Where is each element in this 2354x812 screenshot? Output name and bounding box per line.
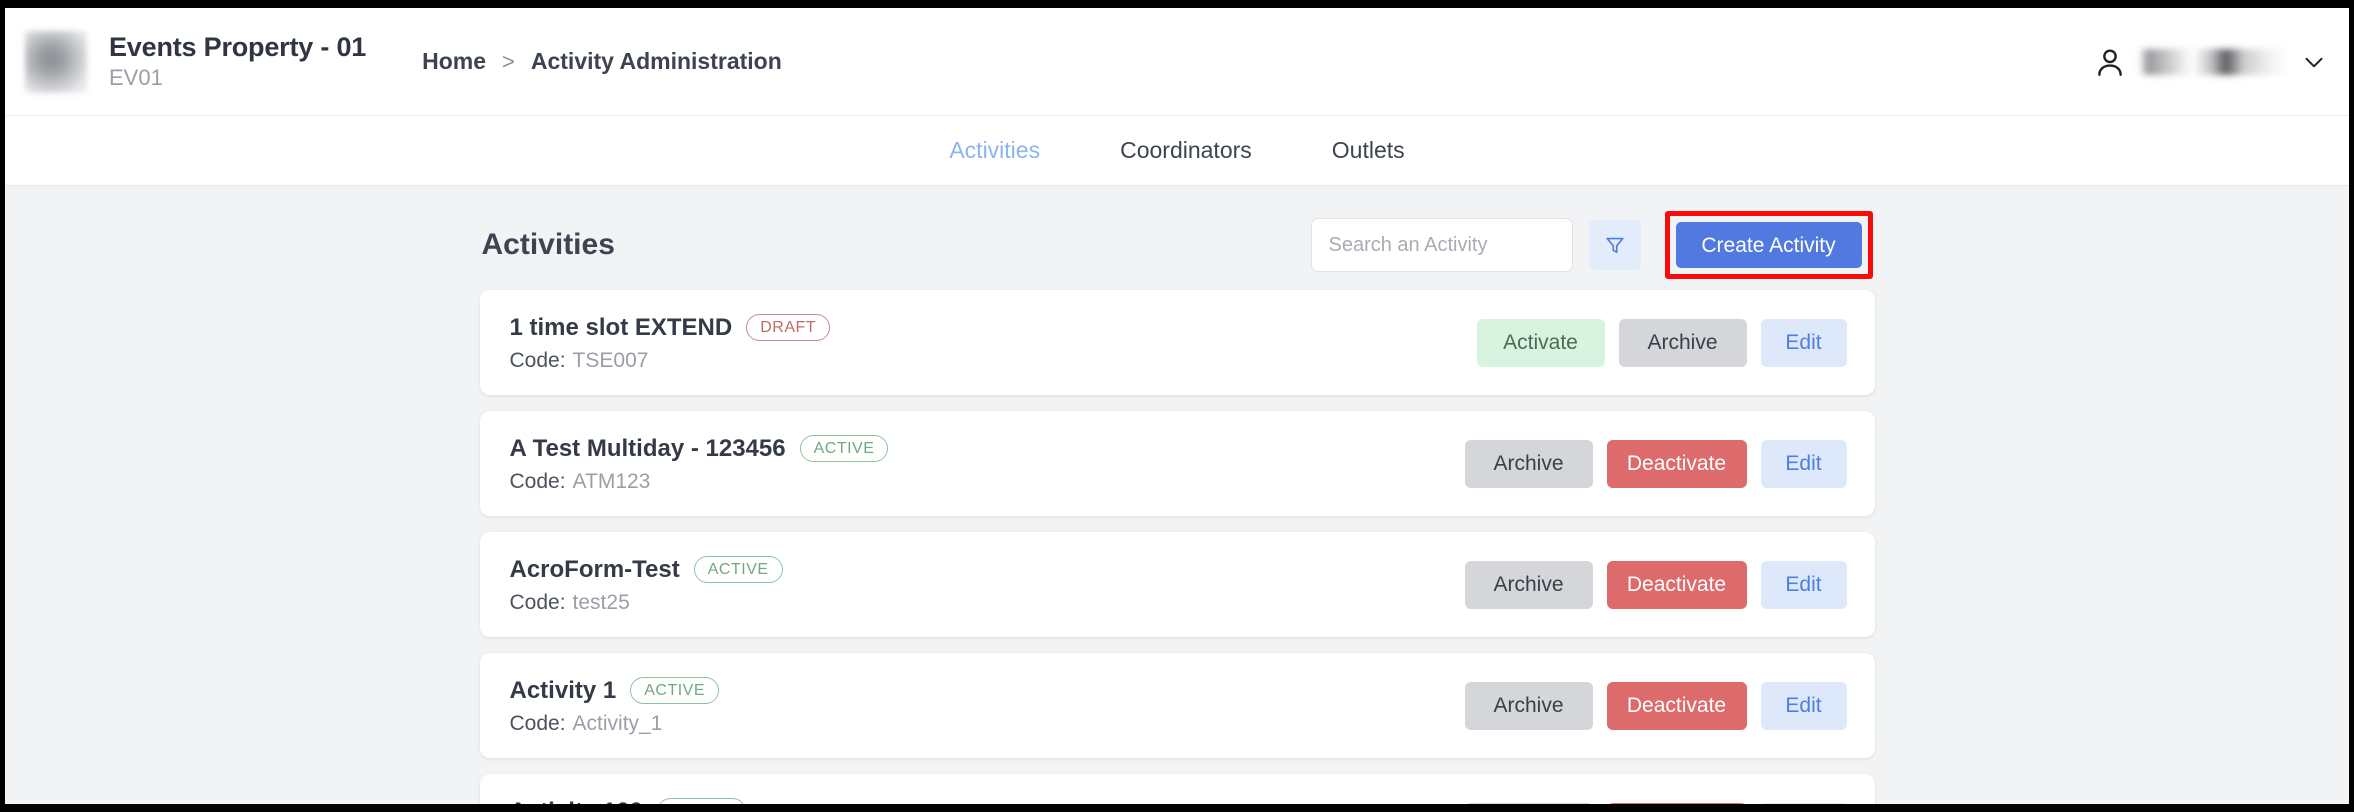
deactivate-button[interactable]: Deactivate xyxy=(1607,561,1747,609)
activity-title-row: Activity 100 ACTIVE xyxy=(510,798,1465,804)
edit-button[interactable]: Edit xyxy=(1761,682,1847,730)
activity-actions: Activate Archive Edit xyxy=(1477,319,1847,367)
activity-code-value: test25 xyxy=(573,591,630,614)
archive-button[interactable]: Archive xyxy=(1465,561,1593,609)
deactivate-button[interactable]: Deactivate xyxy=(1607,682,1747,730)
deactivate-button[interactable]: Deactivate xyxy=(1607,803,1747,805)
status-badge: ACTIVE xyxy=(800,435,889,462)
status-badge: ACTIVE xyxy=(694,556,783,583)
activity-list-item[interactable]: 1 time slot EXTEND DRAFT Code: TSE007 Act… xyxy=(480,290,1875,395)
activity-code-value: TSE007 xyxy=(573,349,649,372)
activity-list-item[interactable]: Activity 1 ACTIVE Code: Activity_1 Archiv… xyxy=(480,653,1875,758)
page-title: Activities xyxy=(482,228,615,262)
activity-info: Activity 100 ACTIVE Code:Activity_100 xyxy=(510,798,1465,804)
activity-title: Activity 100 xyxy=(510,800,643,805)
activity-list-item[interactable]: A Test Multiday - 123456 ACTIVE Code: ATM… xyxy=(480,411,1875,516)
edit-button[interactable]: Edit xyxy=(1761,319,1847,367)
activity-title-row: 1 time slot EXTEND DRAFT xyxy=(510,314,1477,341)
property-block: Events Property - 01 EV01 xyxy=(5,31,366,93)
status-badge: ACTIVE xyxy=(630,677,719,704)
activity-title: A Test Multiday - 123456 xyxy=(510,437,786,461)
tab-bar: Activities Coordinators Outlets xyxy=(5,116,2349,186)
status-badge: DRAFT xyxy=(746,314,830,341)
edit-button[interactable]: Edit xyxy=(1761,561,1847,609)
edit-button[interactable]: Edit xyxy=(1761,803,1847,805)
edit-button[interactable]: Edit xyxy=(1761,440,1847,488)
activity-code-label: Code: xyxy=(510,591,566,614)
archive-button[interactable]: Archive xyxy=(1465,440,1593,488)
activity-code: Code: test25 xyxy=(510,592,1465,613)
archive-button[interactable]: Archive xyxy=(1619,319,1747,367)
property-code: EV01 xyxy=(109,66,366,90)
user-name-redacted xyxy=(2139,49,2289,75)
activities-panel: Activities Create Activity xyxy=(480,212,1875,804)
tab-coordinators[interactable]: Coordinators xyxy=(1080,139,1292,162)
breadcrumb: Home > Activity Administration xyxy=(422,48,782,75)
activity-actions: Archive Deactivate Edit xyxy=(1465,440,1847,488)
activity-list: 1 time slot EXTEND DRAFT Code: TSE007 Act… xyxy=(480,290,1875,804)
create-activity-highlight: Create Activity xyxy=(1665,211,1873,279)
activity-list-item[interactable]: Activity 100 ACTIVE Code:Activity_100 Ar… xyxy=(480,774,1875,804)
activity-actions: Archive Deactivate Edit xyxy=(1465,682,1847,730)
breadcrumb-home[interactable]: Home xyxy=(422,48,486,75)
tab-activities[interactable]: Activities xyxy=(909,139,1080,162)
activity-title: Activity 1 xyxy=(510,679,617,703)
activity-info: Activity 1 ACTIVE Code: Activity_1 xyxy=(510,677,1465,734)
person-icon xyxy=(2093,45,2127,79)
activity-info: AcroForm-Test ACTIVE Code: test25 xyxy=(510,556,1465,613)
filter-button[interactable] xyxy=(1589,220,1641,270)
archive-button[interactable]: Archive xyxy=(1465,803,1593,805)
activity-code-value: Activity_1 xyxy=(573,712,663,735)
activity-title: AcroForm-Test xyxy=(510,558,680,582)
chevron-down-icon[interactable] xyxy=(2301,49,2327,75)
archive-button[interactable]: Archive xyxy=(1465,682,1593,730)
activity-code: Code: ATM123 xyxy=(510,471,1465,492)
activity-title-row: Activity 1 ACTIVE xyxy=(510,677,1465,704)
breadcrumb-current: Activity Administration xyxy=(531,48,782,75)
property-text: Events Property - 01 EV01 xyxy=(109,33,366,90)
activity-code-label: Code: xyxy=(510,349,566,372)
activity-actions: Archive Deactivate Edit xyxy=(1465,803,1847,805)
chevron-right-icon: > xyxy=(502,49,515,75)
activity-code-value: ATM123 xyxy=(573,470,651,493)
deactivate-button[interactable]: Deactivate xyxy=(1607,440,1747,488)
activity-info: A Test Multiday - 123456 ACTIVE Code: ATM… xyxy=(510,435,1465,492)
activity-code: Code: TSE007 xyxy=(510,350,1477,371)
activity-code: Code: Activity_1 xyxy=(510,713,1465,734)
activity-info: 1 time slot EXTEND DRAFT Code: TSE007 xyxy=(510,314,1477,371)
activity-list-item[interactable]: AcroForm-Test ACTIVE Code: test25 Archive… xyxy=(480,532,1875,637)
property-name: Events Property - 01 xyxy=(109,33,366,63)
activity-title-row: A Test Multiday - 123456 ACTIVE xyxy=(510,435,1465,462)
app-window: Events Property - 01 EV01 Home > Activit… xyxy=(5,8,2349,804)
activity-code-label: Code: xyxy=(510,470,566,493)
tab-outlets[interactable]: Outlets xyxy=(1292,139,1445,162)
main-content: Activities Create Activity xyxy=(5,186,2349,804)
user-menu[interactable] xyxy=(2093,45,2349,79)
activate-button[interactable]: Activate xyxy=(1477,319,1605,367)
app-header: Events Property - 01 EV01 Home > Activit… xyxy=(5,8,2349,116)
activity-code-label: Code: xyxy=(510,712,566,735)
status-badge: ACTIVE xyxy=(657,798,746,804)
create-activity-button[interactable]: Create Activity xyxy=(1676,222,1862,268)
property-image-placeholder xyxy=(25,31,87,93)
search-wrapper xyxy=(1311,218,1573,272)
panel-header: Activities Create Activity xyxy=(480,212,1875,278)
activity-actions: Archive Deactivate Edit xyxy=(1465,561,1847,609)
search-input[interactable] xyxy=(1311,218,1573,272)
activity-title-row: AcroForm-Test ACTIVE xyxy=(510,556,1465,583)
activity-title: 1 time slot EXTEND xyxy=(510,316,733,340)
filter-funnel-icon xyxy=(1604,234,1626,256)
